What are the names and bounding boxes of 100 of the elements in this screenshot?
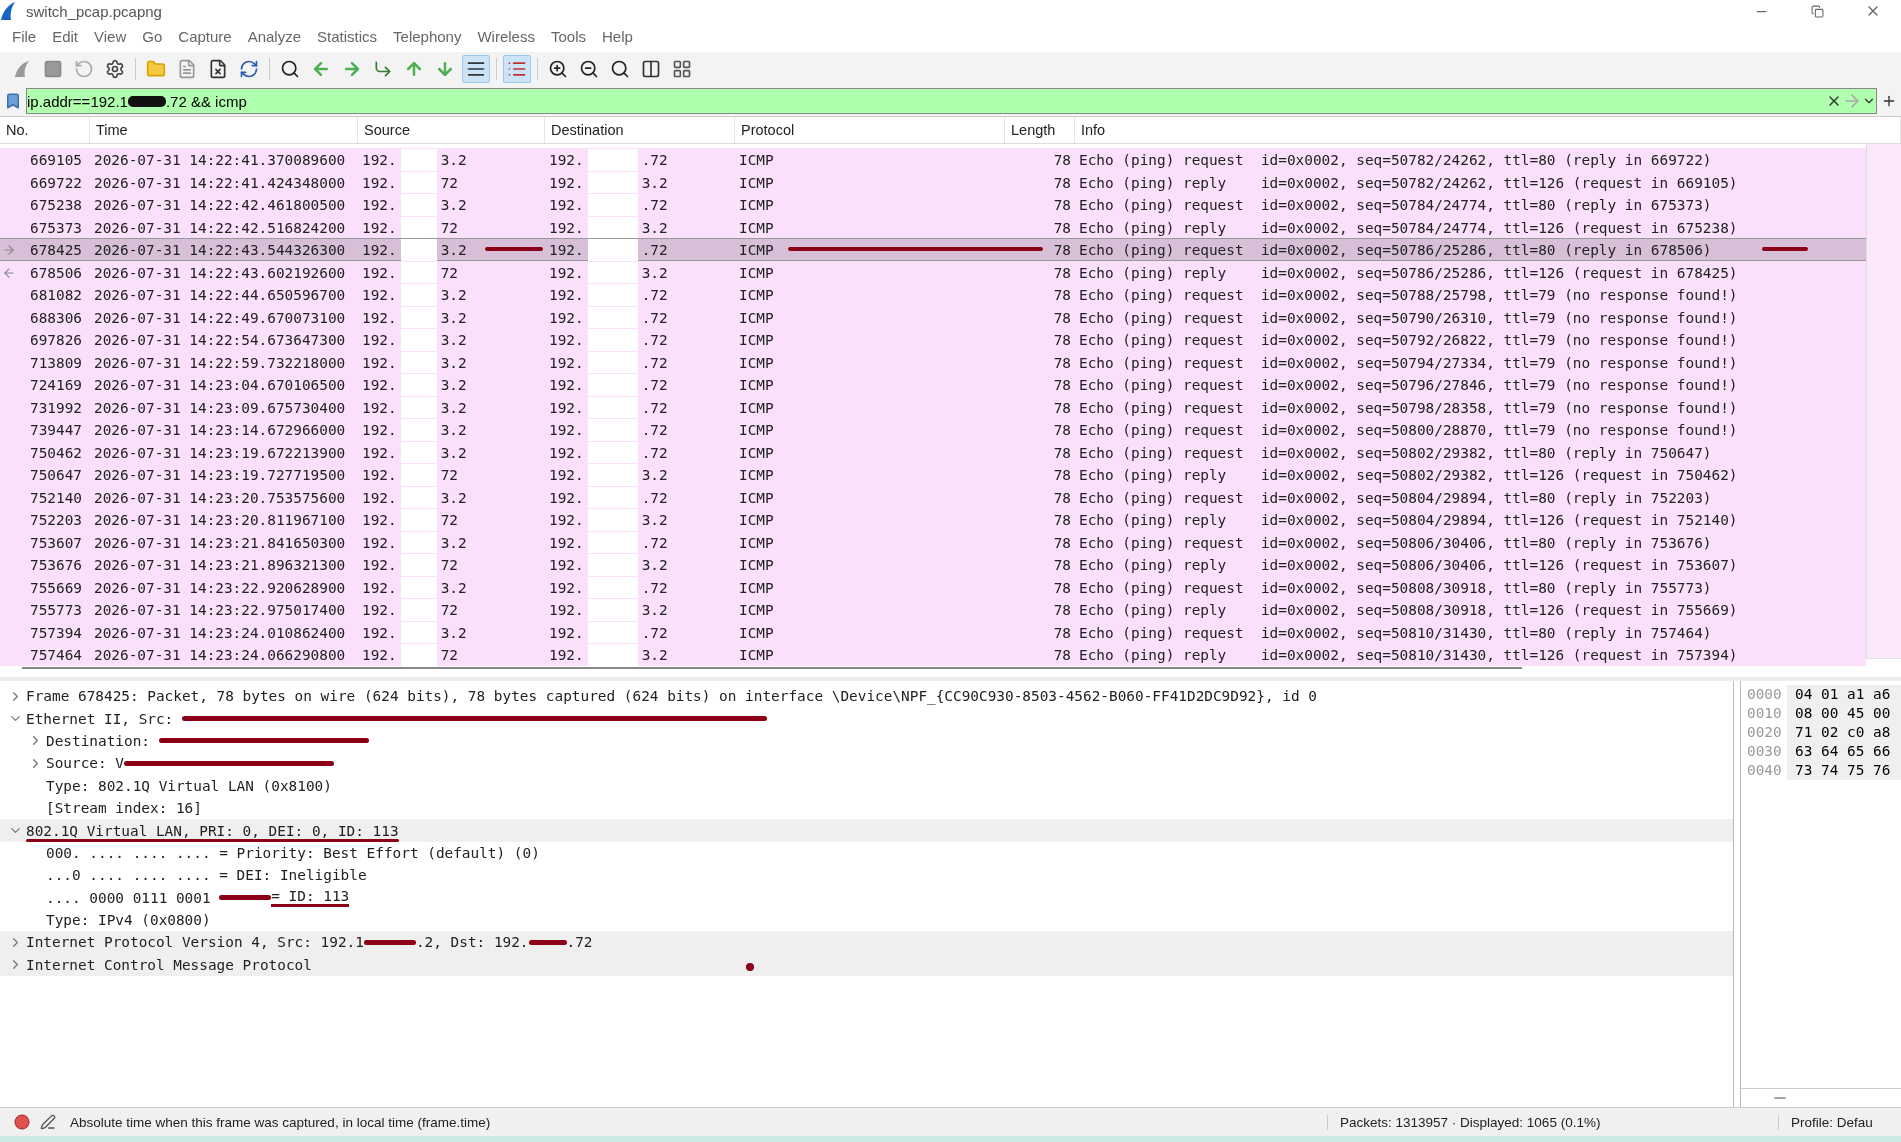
table-cell-text: 3.2 [439, 444, 468, 461]
tree-item[interactable]: [Stream index: 16] [46, 796, 202, 820]
tree-item[interactable]: Destination: [46, 729, 369, 753]
table-cell-text: 192. [548, 624, 585, 641]
menu-item[interactable]: Telephony [385, 22, 470, 52]
redaction-block [400, 306, 437, 329]
hex-bytes: 73 74 75 76 [1787, 761, 1901, 780]
bookmark-icon[interactable] [4, 92, 22, 110]
table-cell-text: Echo (ping) reply id=0x0002, seq=50810/31430, ttl=126 (request in 757394) [1078, 647, 1739, 663]
table-cell-text: 192. [548, 287, 585, 303]
restore-icon[interactable] [1810, 4, 1824, 18]
add-filter-icon[interactable] [1881, 93, 1897, 109]
table-cell-text: Echo (ping) request id=0x0002, seq=50782/24262, ttl=80 (reply in 669722) [1078, 152, 1713, 168]
table-cell-text: .72 [640, 309, 669, 326]
toolbar-button[interactable] [462, 55, 490, 83]
column-header[interactable]: Info [1075, 117, 1901, 143]
table-cell-text: 3.2 [439, 332, 468, 348]
table-cell-text: 192. [548, 489, 585, 506]
table-cell-text: 3.2 [439, 399, 468, 416]
column-header[interactable]: Source [358, 117, 545, 143]
table-cell-text: 78 [1052, 354, 1072, 371]
tree-item[interactable]: Type: IPv4 (0x0800) [46, 908, 211, 932]
tree-item[interactable]: .... 0000 0111 0001 = ID: 113 [46, 886, 350, 909]
table-cell-text: 2026-07-31 14:23:22.975017400 [93, 602, 347, 618]
table-cell-text: 2026-07-31 14:22:41.370089600 [93, 152, 347, 168]
column-header[interactable]: No. [0, 117, 90, 143]
tree-item[interactable]: 000. .... .... .... = Priority: Best Effort (default) (0) [46, 841, 540, 865]
table-cell-text: 78 [1052, 467, 1072, 483]
table-cell-text: ICMP [738, 242, 775, 258]
column-header[interactable]: Destination [545, 117, 735, 143]
table-cell-text: 2026-07-31 14:22:43.602192600 [93, 264, 347, 281]
column-header[interactable]: Time [90, 117, 358, 143]
table-cell-text: 72 [439, 219, 459, 236]
grid-icon [672, 59, 692, 79]
menu-item[interactable]: Tools [542, 22, 594, 52]
column-header[interactable]: Length [1005, 117, 1075, 143]
table-cell-text: 78 [1052, 647, 1072, 663]
stop-icon [43, 59, 63, 79]
packet-count: Packets: 1313957 · Displayed: 1065 (0.1%) [1327, 1114, 1778, 1130]
tree-item[interactable]: Type: 802.1Q Virtual LAN (0x8100) [46, 774, 332, 797]
menu-item[interactable]: File [4, 22, 45, 52]
menu-item[interactable]: Statistics [309, 22, 386, 52]
profile-label[interactable]: Profile: Defau [1778, 1114, 1901, 1130]
table-cell-text: 2026-07-31 14:22:59.732218000 [93, 354, 347, 371]
table-cell-text: 688306 [29, 309, 83, 326]
table-cell-text: ICMP [738, 219, 775, 236]
table-cell-text: 192. [361, 197, 398, 213]
table-cell-text: 78 [1052, 242, 1072, 258]
table-cell-text: 724169 [29, 377, 83, 393]
table-cell-text: 78 [1052, 422, 1072, 438]
table-cell-text: 192. [548, 332, 585, 348]
table-cell-text: 78 [1052, 534, 1072, 551]
menu-item[interactable]: View [86, 22, 135, 52]
table-cell-text: 752203 [29, 512, 83, 528]
table-cell-text: 2026-07-31 14:22:54.673647300 [93, 332, 347, 348]
menu-item[interactable]: Capture [170, 22, 240, 52]
table-cell-text: 192. [548, 242, 585, 258]
table-cell-text: 72 [439, 264, 459, 281]
menu-item[interactable]: Edit [44, 22, 87, 52]
table-cell-text: 2026-07-31 14:22:41.424348000 [93, 174, 347, 191]
redaction-block [400, 576, 437, 599]
menu-item[interactable]: Help [594, 22, 641, 52]
column-header[interactable]: Protocol [735, 117, 1005, 143]
table-cell-text: 192. [548, 602, 585, 618]
redaction-block [587, 531, 638, 554]
edit-icon[interactable] [40, 1114, 56, 1130]
tree-item[interactable]: Internet Control Message Protocol [26, 953, 312, 977]
table-cell-text: 3.2 [640, 174, 669, 191]
table-cell-text: ICMP [738, 534, 775, 551]
table-cell-text: 192. [361, 152, 398, 168]
redaction-block [400, 509, 437, 531]
table-cell-text: 72 [439, 602, 459, 618]
tree-item[interactable]: ...0 .... .... .... = DEI: Ineligible [46, 864, 367, 887]
table-cell-text: 192. [361, 602, 398, 618]
redaction-block [400, 621, 437, 644]
table-cell-text: 72 [439, 174, 459, 191]
table-cell-text: 192. [548, 354, 585, 371]
table-cell-text: Echo (ping) request id=0x0002, seq=50786/25286, ttl=80 (reply in 678506) [1078, 242, 1713, 258]
table-cell-text: 72 [439, 647, 459, 663]
table-cell-text: 753676 [29, 557, 83, 573]
menu-item[interactable]: Analyze [239, 22, 310, 52]
menu-item[interactable]: Go [134, 22, 171, 52]
table-cell-text: 192. [548, 534, 585, 551]
table-cell-text: ICMP [738, 512, 775, 528]
table-cell-text: Echo (ping) reply id=0x0002, seq=50782/24262, ttl=126 (request in 669105) [1078, 174, 1739, 191]
tree-item[interactable]: Source: V [46, 752, 334, 775]
scrollbar-track[interactable] [1866, 144, 1901, 658]
table-cell-text: Echo (ping) request id=0x0002, seq=50788/25798, ttl=79 (no response found!) [1078, 287, 1739, 303]
redaction-block [400, 284, 437, 306]
tree-item[interactable]: Frame 678425: Packet, 78 bytes on wire (624 bits), 78 bytes captured (624 bits) on interface \Device\NPF_{CC90C930-8503-4562-B060-FF41D2DC9D92}, id 0 [26, 685, 1317, 708]
table-cell-text: 78 [1052, 174, 1072, 191]
tree-item[interactable]: Ethernet II, Src: [26, 707, 767, 730]
table-cell-text: .72 [640, 579, 669, 596]
table-cell-text: 713809 [29, 354, 83, 371]
table-cell-text: 3.2 [640, 512, 669, 528]
table-cell-text: 739447 [29, 422, 83, 438]
columns-icon [641, 59, 661, 79]
display-filter-field[interactable]: ip.addr==192.1 .72 && icmp [26, 88, 1877, 114]
menu-item[interactable]: Wireless [469, 22, 543, 52]
table-cell-text: ICMP [738, 197, 775, 213]
